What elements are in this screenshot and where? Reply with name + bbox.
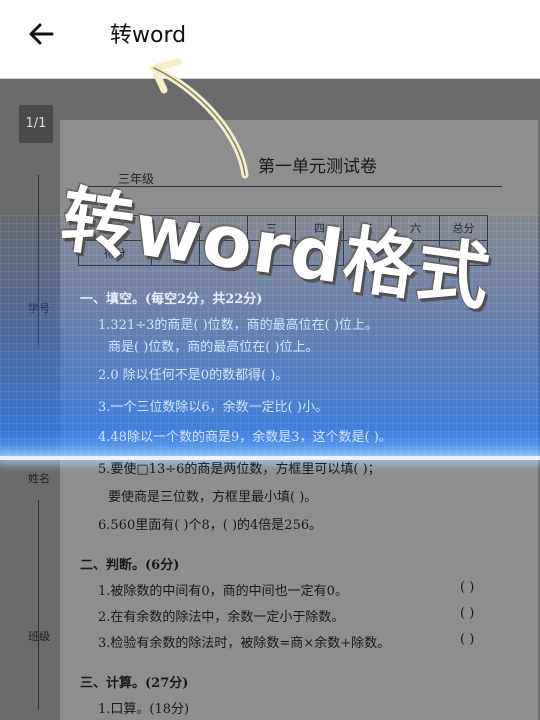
question-line: 5.要使□13÷6的商是两位数，方框里可以填( )； xyxy=(98,462,381,477)
question-line: 1.口算。(18分) xyxy=(98,702,190,717)
top-app-bar: 转word xyxy=(0,0,540,79)
question-line: 3.检验有余数的除法时，被除数=商×余数+除数。 xyxy=(98,636,391,651)
question-line: 3.一个三位数除以6，余数一定比( )小。 xyxy=(98,400,328,415)
back-arrow-icon[interactable] xyxy=(22,14,62,54)
section-heading: 三、计算。(27分) xyxy=(80,676,189,691)
question-line: 4.48除以一个数的商是9，余数是3，这个数是( )。 xyxy=(98,430,392,445)
question-line: 商是( )位数，商的最高位在( )位上。 xyxy=(108,340,319,355)
question-line: 1.被除数的中间有0，商的中间也一定有0。 xyxy=(98,584,348,599)
page-title: 转word xyxy=(110,23,187,48)
answer-bracket: ( ) xyxy=(460,632,475,647)
side-label-class: 班级 xyxy=(28,630,50,643)
question-line: 要使商是三位数，方框里最小填( )。 xyxy=(108,490,318,505)
question-line: 6.560里面有( )个8，( )的4倍是256。 xyxy=(98,518,323,533)
question-line: 2.在有余数的除法中，余数一定小于除数。 xyxy=(98,610,345,625)
side-label-name: 姓名 xyxy=(28,472,50,485)
answer-bracket: ( ) xyxy=(460,606,475,621)
curved-arrow-icon xyxy=(150,58,249,179)
question-line: 2.0 除以任何不是0的数都得( )。 xyxy=(98,368,289,383)
question-line: 1.321÷3的商是( )位数，商的最高位在( )位上。 xyxy=(98,318,378,333)
margin-line xyxy=(38,500,39,710)
section-heading: 二、判断。(6分) xyxy=(80,558,180,573)
page-indicator: 1/1 xyxy=(19,105,53,143)
answer-bracket: ( ) xyxy=(460,580,475,595)
section-heading: 一、填空。(每空2分，共22分) xyxy=(80,292,263,307)
document-title: 第一单元测试卷 xyxy=(258,157,377,177)
